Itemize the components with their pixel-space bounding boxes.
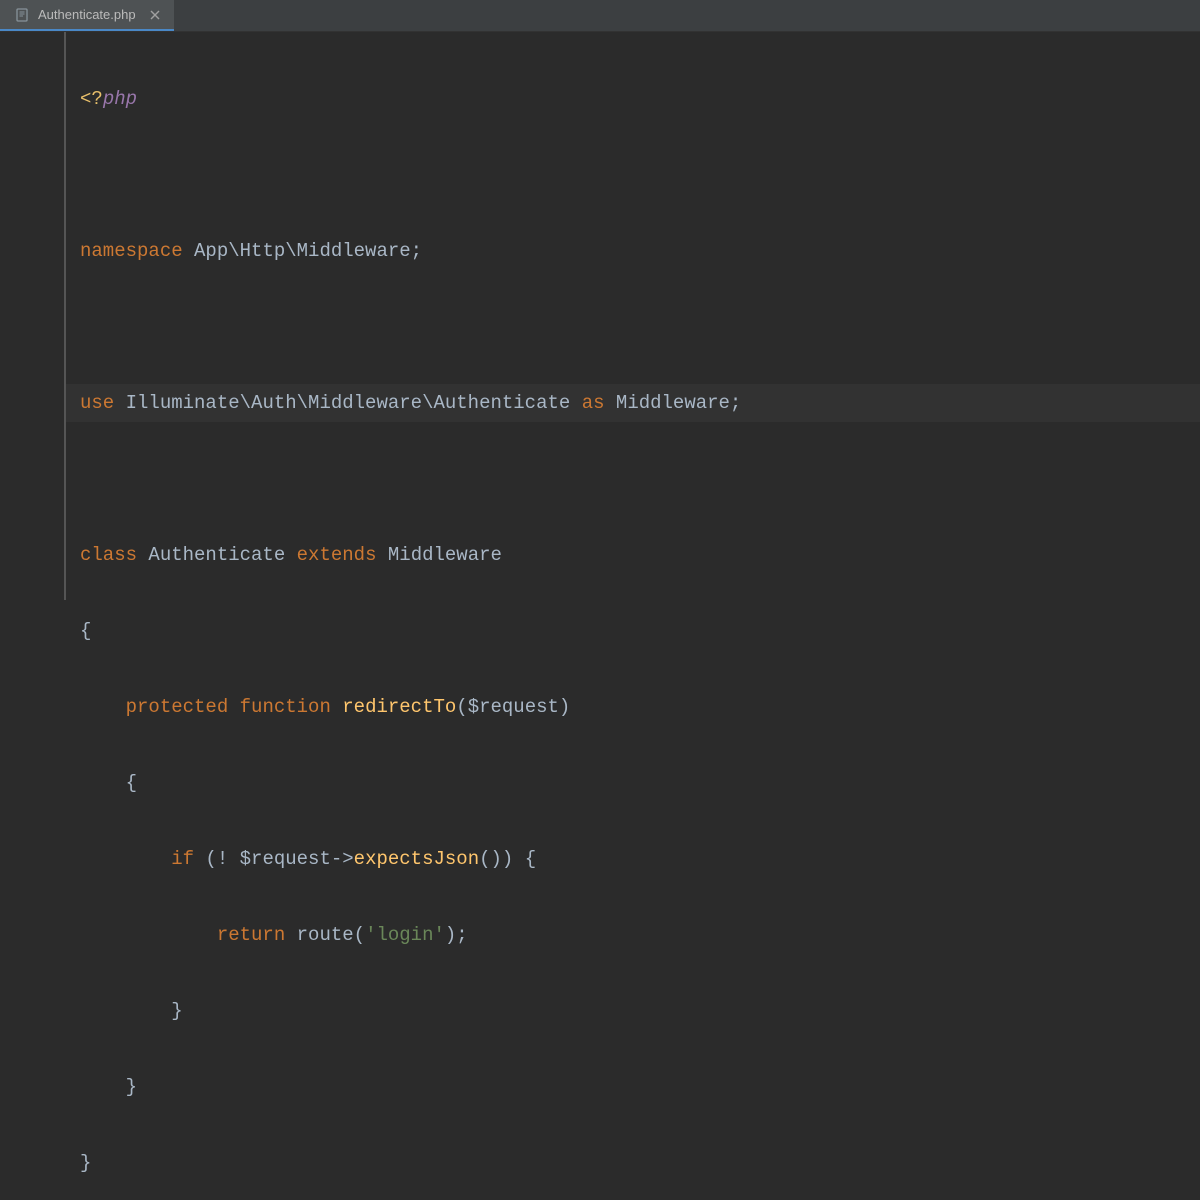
close-icon[interactable] [148,8,162,22]
code-line: namespace App\Http\Middleware; [66,232,1200,270]
code-line: <?php [66,80,1200,118]
code-line: } [66,992,1200,1030]
php-file-icon [14,7,30,23]
gutter [0,32,64,600]
code-line: { [66,764,1200,802]
code-line: } [66,1068,1200,1106]
code-line [66,308,1200,346]
code-line: { [66,612,1200,650]
tab-filename: Authenticate.php [38,7,136,22]
code-line: use Illuminate\Auth\Middleware\Authentic… [66,384,1200,422]
tab-authenticate-php[interactable]: Authenticate.php [0,0,174,31]
code-line: protected function redirectTo($request) [66,688,1200,726]
code-line: return route('login'); [66,916,1200,954]
editor: <?php namespace App\Http\Middleware; use… [0,32,1200,600]
code-line: if (! $request->expectsJson()) { [66,840,1200,878]
code-line [66,460,1200,498]
code-area[interactable]: <?php namespace App\Http\Middleware; use… [64,32,1200,600]
code-line [66,156,1200,194]
tab-bar: Authenticate.php [0,0,1200,32]
code-line: } [66,1144,1200,1182]
code-line: class Authenticate extends Middleware [66,536,1200,574]
